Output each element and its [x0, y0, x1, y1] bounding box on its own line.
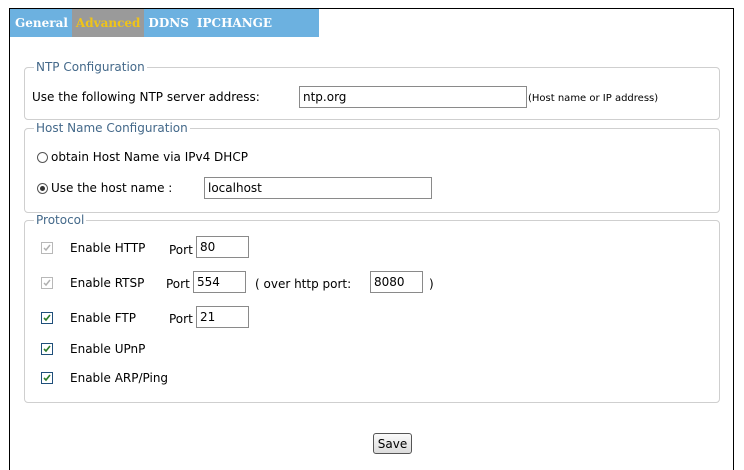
enable-http-checkbox[interactable] — [41, 242, 53, 254]
rtsp-port-label: Port — [166, 277, 190, 291]
enable-upnp-label: Enable UPnP — [70, 342, 146, 356]
ntp-server-label: Use the following NTP server address: — [32, 90, 260, 104]
protocol-legend: Protocol — [36, 213, 85, 227]
tab-bar: General Advanced DDNS IPCHANGE — [10, 9, 319, 37]
ntp-hint: (Host name or IP address) — [528, 93, 659, 104]
manual-hostname-label: Use the host name : — [51, 181, 173, 195]
over-http-close-paren: ) — [429, 277, 434, 291]
settings-frame: General Advanced DDNS IPCHANGE NTP Confi… — [9, 8, 734, 470]
enable-arp-ping-label: Enable ARP/Ping — [70, 371, 169, 385]
ntp-configuration-legend: NTP Configuration — [36, 60, 145, 74]
ftp-port-label: Port — [169, 312, 193, 326]
dhcp-hostname-label: obtain Host Name via IPv4 DHCP — [51, 150, 248, 164]
enable-arp-ping-checkbox[interactable] — [41, 372, 53, 384]
save-button[interactable]: Save — [373, 433, 412, 454]
hostname-input[interactable] — [204, 177, 432, 199]
over-http-port-input[interactable] — [370, 271, 423, 293]
enable-rtsp-checkbox[interactable] — [41, 277, 53, 289]
manual-hostname-radio[interactable] — [37, 183, 48, 194]
enable-ftp-label: Enable FTP — [70, 311, 136, 325]
http-port-input[interactable] — [196, 236, 249, 258]
dhcp-hostname-radio[interactable] — [37, 152, 48, 163]
enable-rtsp-label: Enable RTSP — [70, 276, 145, 290]
host-name-configuration-group: Host Name Configuration — [24, 121, 720, 213]
tab-ddns[interactable]: DDNS — [144, 9, 192, 37]
enable-ftp-checkbox[interactable] — [41, 312, 53, 324]
host-name-configuration-legend: Host Name Configuration — [36, 121, 188, 135]
ntp-server-input[interactable] — [299, 86, 527, 108]
enable-http-label: Enable HTTP — [70, 241, 146, 255]
rtsp-port-input[interactable] — [193, 271, 246, 293]
tab-general[interactable]: General — [10, 9, 72, 37]
ftp-port-input[interactable] — [196, 306, 249, 328]
enable-upnp-checkbox[interactable] — [41, 343, 53, 355]
over-http-port-label: ( over http port: — [255, 277, 352, 291]
tab-advanced[interactable]: Advanced — [71, 9, 145, 37]
http-port-label: Port — [169, 243, 193, 257]
tab-ipchange[interactable]: IPCHANGE — [193, 9, 276, 37]
